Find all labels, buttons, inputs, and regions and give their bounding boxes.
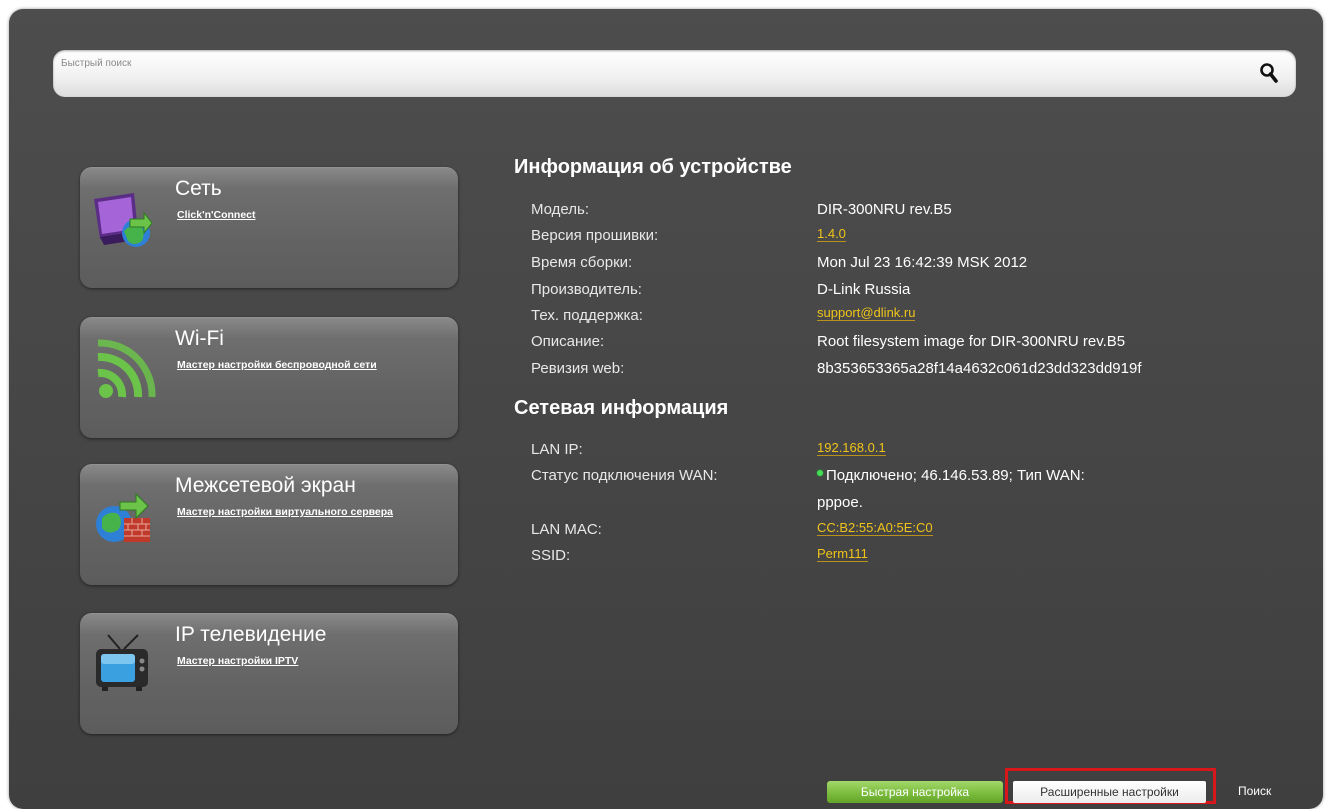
wan-status-line2: pppoe. <box>817 494 863 511</box>
lan-ip-link[interactable]: 192.168.0.1 <box>817 440 886 456</box>
firmware-version-link[interactable]: 1.4.0 <box>817 226 846 242</box>
lan-ip-label: LAN IP: <box>531 441 583 458</box>
description-label: Описание: <box>531 333 605 350</box>
quick-setup-button[interactable]: Быстрая настройка <box>827 781 1003 803</box>
wan-status-value: Подключено; 46.146.53.89; Тип WAN: <box>817 467 1085 484</box>
card-title: Межсетевой экран <box>175 474 356 497</box>
card-iptv: IP телевидение Мастер настройки IPTV <box>80 613 458 734</box>
ssid-label: SSID: <box>531 547 571 564</box>
device-info-title: Информация об устройстве <box>514 156 792 178</box>
firmware-label: Версия прошивки: <box>531 227 659 244</box>
support-email-link[interactable]: support@dlink.ru <box>817 305 916 321</box>
build-time-value: Mon Jul 23 16:42:39 MSK 2012 <box>817 254 1028 271</box>
network-monitor-icon <box>94 193 153 247</box>
card-title: IP телевидение <box>175 623 327 646</box>
advanced-settings-button[interactable]: Расширенные настройки <box>1013 781 1206 803</box>
card-title: Сеть <box>175 177 222 200</box>
card-network: Сеть Click'n'Connect <box>80 167 458 288</box>
firewall-globe-icon <box>96 492 150 542</box>
search-icon[interactable] <box>1258 62 1280 84</box>
lan-mac-label: LAN MAC: <box>531 521 602 538</box>
ssid-link[interactable]: Perm111 <box>817 546 868 562</box>
vendor-label: Производитель: <box>531 281 642 298</box>
card-firewall: Межсетевой экран Мастер настройки виртуа… <box>80 464 458 585</box>
click-n-connect-link[interactable]: Click'n'Connect <box>177 209 427 221</box>
network-info-title: Сетевая информация <box>514 397 729 419</box>
model-value: DIR-300NRU rev.B5 <box>817 201 952 218</box>
quick-search-bar <box>53 50 1296 97</box>
model-label: Модель: <box>531 201 590 218</box>
support-label: Тех. поддержка: <box>531 307 643 324</box>
status-ok-icon <box>817 470 823 476</box>
wan-status-label: Статус подключения WAN: <box>531 467 718 484</box>
card-wifi: Wi-Fi Мастер настройки беспроводной сети <box>80 317 458 438</box>
wan-status-line1: Подключено; 46.146.53.89; Тип WAN: <box>826 467 1085 484</box>
build-time-label: Время сборки: <box>531 254 633 271</box>
advanced-settings-highlight: Расширенные настройки <box>1005 768 1216 804</box>
web-revision-label: Ревизия web: <box>531 360 625 377</box>
virtual-server-wizard-link[interactable]: Мастер настройки виртуального сервера <box>177 506 427 518</box>
search-input[interactable] <box>61 54 1241 72</box>
wireless-wizard-link[interactable]: Мастер настройки беспроводной сети <box>177 359 427 371</box>
description-value: Root filesystem image for DIR-300NRU rev… <box>817 333 1126 350</box>
vendor-value: D-Link Russia <box>817 281 911 298</box>
lan-mac-link[interactable]: CC:B2:55:A0:5E:C0 <box>817 520 933 536</box>
search-link[interactable]: Поиск <box>1238 784 1271 798</box>
tv-icon <box>96 634 148 691</box>
iptv-wizard-link[interactable]: Мастер настройки IPTV <box>177 655 427 667</box>
wifi-signal-icon <box>97 339 156 398</box>
card-title: Wi-Fi <box>175 327 224 350</box>
web-revision-value: 8b353653365a28f14a4632c061d23dd323dd919f <box>817 360 1142 377</box>
